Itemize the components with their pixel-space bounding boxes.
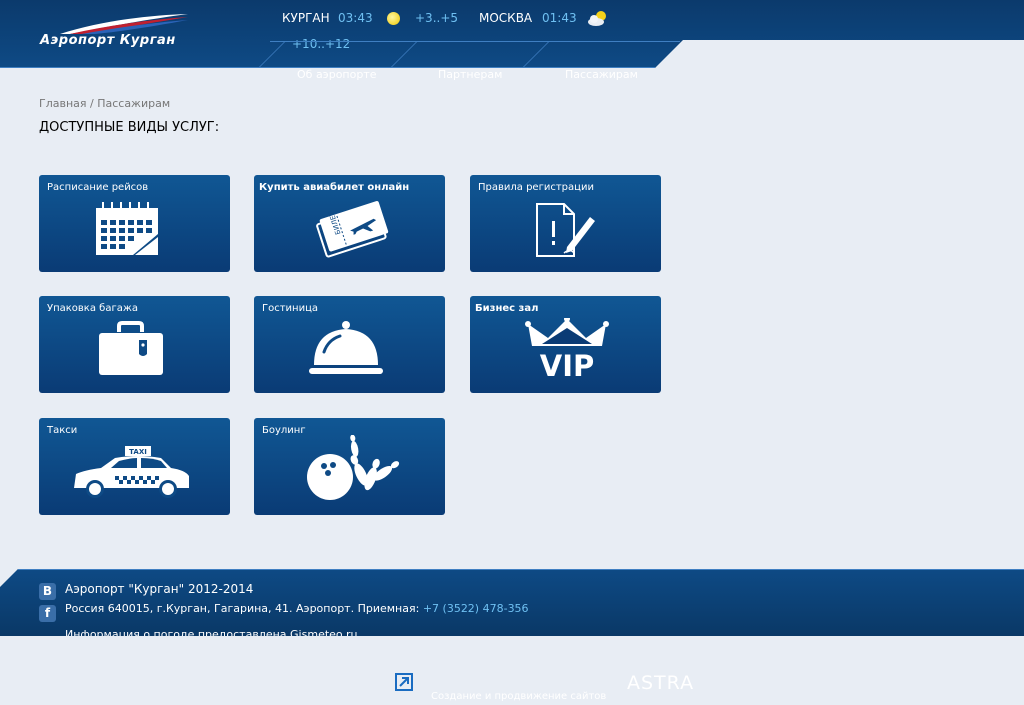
document-pen-icon xyxy=(536,203,595,257)
footer-phone[interactable]: +7 (3522) 478-356 xyxy=(423,602,529,615)
vk-icon[interactable]: B xyxy=(39,583,56,600)
tile-label: Упаковка багажа xyxy=(47,303,138,314)
tile-bowling[interactable]: Боулинг xyxy=(254,418,445,515)
arrow-icon-svg xyxy=(399,677,409,687)
tile-label: Бизнес зал xyxy=(475,303,539,314)
tile-flight-schedule[interactable]: Расписание рейсов xyxy=(39,175,230,272)
tile-label: Расписание рейсов xyxy=(47,182,149,193)
nav-about[interactable]: Об аэропорте xyxy=(297,68,377,81)
tile-business-lounge[interactable]: Бизнес зал VIP xyxy=(470,296,661,393)
facebook-icon[interactable]: f xyxy=(39,605,56,622)
bowling-icon xyxy=(307,435,400,500)
weather-time-moscow: 01:43 xyxy=(542,11,577,25)
vip-text: VIP xyxy=(540,349,595,380)
tile-label: Такси xyxy=(47,425,78,436)
arrow-link-icon[interactable] xyxy=(395,673,413,691)
footer-notch xyxy=(0,569,18,587)
astra-logo[interactable]: ASTRA xyxy=(627,672,694,694)
vip-crown-icon: VIP xyxy=(525,318,609,380)
footer-copyright: Аэропорт "Курган" 2012-2014 xyxy=(65,582,254,596)
tile-hotel[interactable]: Гостиница xyxy=(254,296,445,393)
breadcrumb[interactable]: Главная / Пассажирам xyxy=(39,97,170,110)
weather-city-kurgan: КУРГАН xyxy=(282,11,330,25)
weather-temp-moscow: +10..+12 xyxy=(292,37,351,51)
tile-label: Гостиница xyxy=(262,303,319,314)
taxi-sign-text: TAXI xyxy=(129,448,147,456)
suitcase-icon xyxy=(99,321,163,375)
nav-partners[interactable]: Партнерам xyxy=(438,68,502,81)
tile-taxi[interactable]: Такси TAXI xyxy=(39,418,230,515)
weather-city-moscow: МОСКВА xyxy=(479,11,533,25)
header-light-area xyxy=(683,40,1024,68)
cloud-sun-icon xyxy=(588,11,606,26)
tile-registration-rules[interactable]: Правила регистрации xyxy=(470,175,661,272)
footer-address-text: Россия 640015, г.Курган, Гагарина, 41. А… xyxy=(65,602,423,615)
footer-top-line xyxy=(18,569,1024,570)
nav-passengers[interactable]: Пассажирам xyxy=(565,68,638,81)
calendar-icon xyxy=(96,202,158,255)
tile-baggage-wrapping[interactable]: Упаковка багажа xyxy=(39,296,230,393)
tile-label: Правила регистрации xyxy=(478,182,594,193)
weather-temp-kurgan: +3..+5 xyxy=(415,11,459,25)
logo-text[interactable]: Аэропорт Курган xyxy=(40,33,176,48)
sun-icon xyxy=(387,12,400,25)
ticket-icon: БИЛЕТ xyxy=(316,200,389,258)
nav-top-line xyxy=(270,41,680,42)
footer-address: Россия 640015, г.Курган, Гагарина, 41. А… xyxy=(65,602,529,615)
logo-swoosh-icon xyxy=(60,14,188,34)
studio-credit[interactable]: Создание и продвижение сайтов xyxy=(431,691,606,702)
tile-label: Купить авиабилет онлайн xyxy=(259,182,410,193)
header-cut xyxy=(655,40,683,68)
weather-time-kurgan: 03:43 xyxy=(338,11,373,25)
tile-label: Боулинг xyxy=(262,425,306,436)
page-title: ДОСТУПНЫЕ ВИДЫ УСЛУГ: xyxy=(39,120,220,135)
cloche-icon xyxy=(309,321,383,374)
taxi-icon: TAXI xyxy=(74,446,189,498)
tile-buy-ticket[interactable]: Купить авиабилет онлайн БИЛЕТ xyxy=(254,175,445,272)
